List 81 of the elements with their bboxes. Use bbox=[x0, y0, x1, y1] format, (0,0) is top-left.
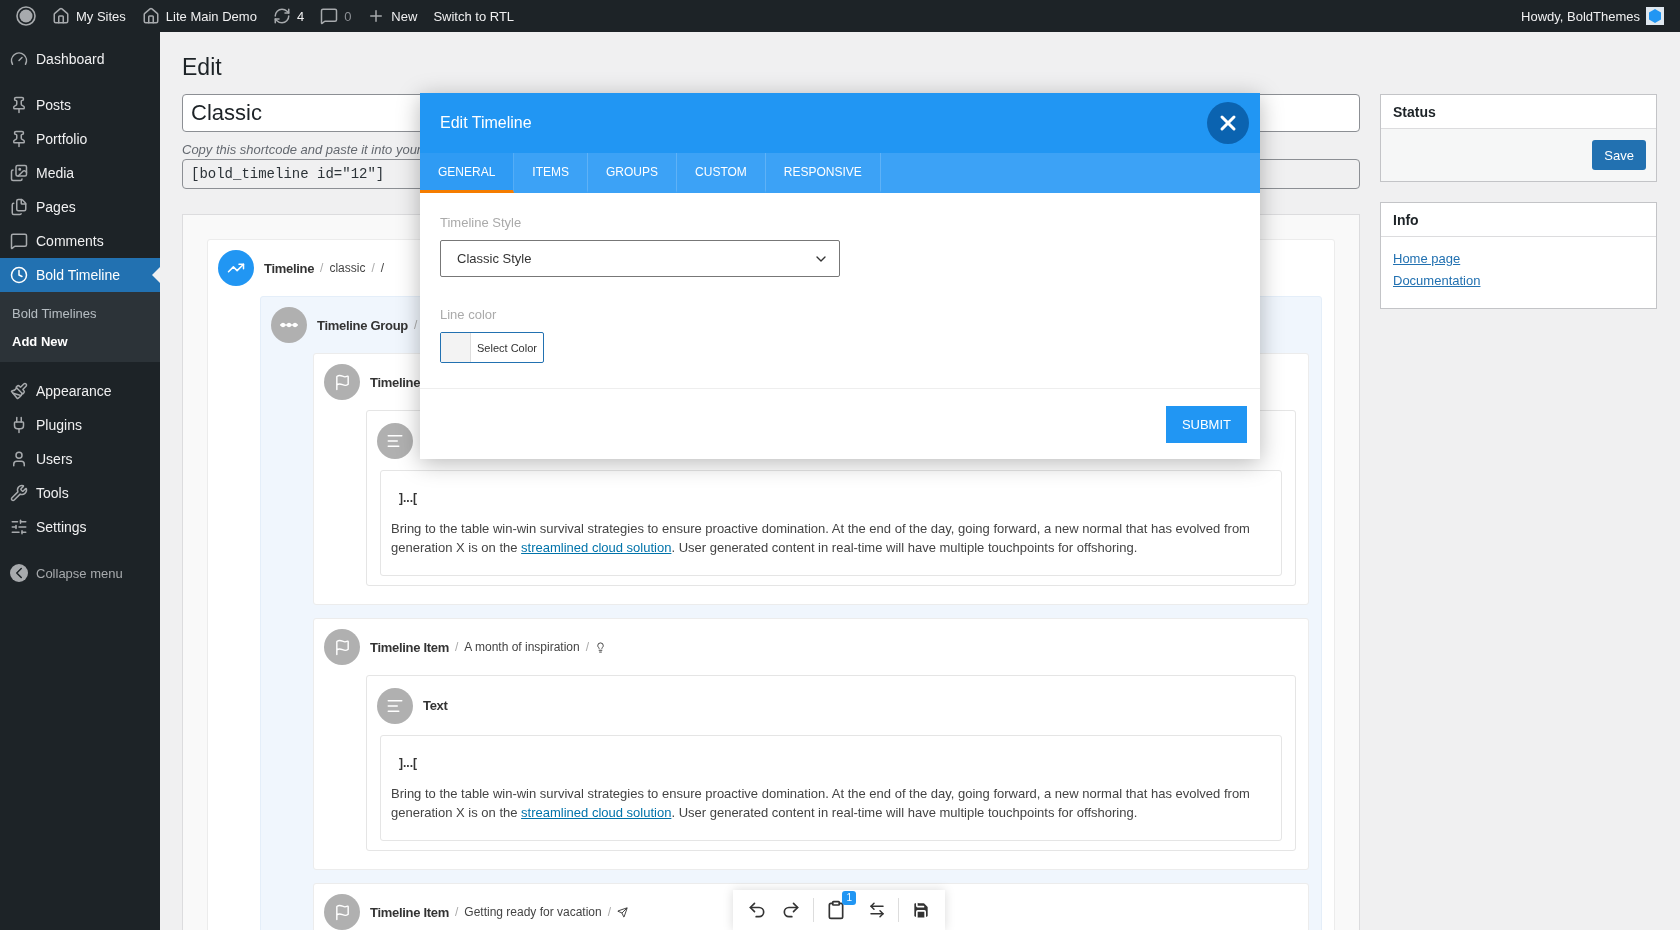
breadcrumb-text: / bbox=[380, 261, 385, 275]
user-icon bbox=[10, 450, 28, 468]
refresh-icon[interactable] bbox=[272, 7, 291, 25]
paper-plane-icon bbox=[617, 906, 629, 918]
element-title: Timeline bbox=[370, 374, 421, 390]
brush-icon bbox=[10, 382, 28, 400]
submenu-item[interactable]: Bold Timelines bbox=[0, 299, 160, 327]
sidebar-item[interactable]: Users bbox=[0, 442, 160, 476]
wrench-icon bbox=[10, 484, 28, 502]
sidebar-item[interactable]: Plugins bbox=[0, 408, 160, 442]
sidebar-item[interactable]: Dashboard bbox=[0, 42, 160, 76]
dots-icon bbox=[271, 307, 307, 343]
collapse-menu-button[interactable]: Collapse menu bbox=[0, 556, 160, 590]
text-lines-icon bbox=[377, 422, 413, 459]
box-title: Status bbox=[1393, 103, 1436, 120]
select-color-button[interactable]: Select Color bbox=[440, 332, 544, 363]
sidebar-item[interactable]: Tools bbox=[0, 476, 160, 510]
sidebar-item[interactable]: Media bbox=[0, 156, 160, 190]
sidebar-item[interactable]: Appearance bbox=[0, 374, 160, 408]
account-link[interactable]: Howdy, BoldThemes bbox=[1521, 8, 1640, 24]
element-title: Timeline Item bbox=[370, 639, 449, 655]
admin-bar-link[interactable]: Lite Main Demo bbox=[165, 8, 257, 24]
separator: / bbox=[607, 905, 612, 919]
sidebar-item[interactable]: Bold Timeline bbox=[0, 258, 160, 292]
breadcrumb-text: A month of inspiration bbox=[464, 640, 580, 654]
sidebar-item[interactable]: Comments bbox=[0, 224, 160, 258]
admin-bar-link[interactable]: My Sites bbox=[76, 8, 126, 24]
close-button[interactable] bbox=[1207, 102, 1249, 144]
submenu-item[interactable]: Add New bbox=[0, 327, 160, 355]
pin-icon bbox=[10, 130, 28, 148]
text-lines-icon bbox=[377, 687, 413, 724]
breadcrumb-text: Getting ready for vacation bbox=[464, 905, 602, 919]
home-icon[interactable] bbox=[141, 7, 160, 25]
dialog-title: Edit Timeline bbox=[440, 114, 532, 132]
separator: / bbox=[320, 261, 324, 275]
admin-bar-link[interactable]: New bbox=[391, 8, 418, 24]
marker-text: ]...[ bbox=[399, 756, 418, 770]
flag-icon bbox=[324, 629, 360, 665]
clipboard-icon bbox=[826, 900, 846, 920]
element-title: Text bbox=[423, 698, 448, 713]
paragraph-text: Bring to the table win-win survival strategies to ensure proactive domination. At the end of the day, going forward, a new normal that has evolved from generation X is on the streamlined cloud solution. User generated content in real-time will have multiple touchpoints for offshoring. bbox=[391, 520, 1251, 557]
separator: / bbox=[371, 261, 375, 275]
info-link[interactable]: Home page bbox=[1393, 251, 1461, 266]
separator: / bbox=[585, 640, 590, 654]
separator: / bbox=[413, 318, 418, 332]
logo-icon[interactable] bbox=[16, 6, 36, 26]
lightbulb-icon bbox=[595, 641, 607, 653]
element-title: Timeline Group bbox=[317, 317, 408, 333]
images-icon bbox=[10, 164, 28, 182]
field-label: Timeline Style bbox=[440, 215, 523, 230]
pages-icon bbox=[10, 198, 28, 216]
separator: / bbox=[454, 905, 459, 919]
save-button[interactable]: Save bbox=[1592, 140, 1646, 170]
page-heading: Edit bbox=[182, 53, 223, 82]
sidebar-item[interactable]: Settings bbox=[0, 510, 160, 544]
sidebar-item[interactable]: Portfolio bbox=[0, 122, 160, 156]
speech-bubble-icon[interactable] bbox=[320, 7, 339, 25]
paragraph-text: Bring to the table win-win survival strategies to ensure proactive domination. At the end of the day, going forward, a new normal that has evolved from generation X is on the streamlined cloud solution. User generated content in real-time will have multiple touchpoints for offshoring. bbox=[391, 785, 1251, 822]
count-badge: 1 bbox=[842, 891, 856, 905]
separator: / bbox=[454, 640, 459, 654]
pin-icon bbox=[10, 96, 28, 114]
sidebar-item[interactable]: Posts bbox=[0, 88, 160, 122]
gauge-icon bbox=[10, 50, 28, 68]
info-link[interactable]: Documentation bbox=[1393, 273, 1481, 288]
collapse-icon bbox=[10, 564, 28, 582]
hint-text: Copy this shortcode and paste it into your bbox=[182, 142, 422, 157]
speech-bubble-icon bbox=[10, 232, 28, 250]
admin-bar-link[interactable]: 0 bbox=[344, 8, 352, 24]
flag-icon bbox=[324, 364, 360, 400]
breadcrumb-text: classic bbox=[329, 261, 366, 275]
element-title: Timeline Item bbox=[370, 904, 449, 920]
sidebar-item[interactable]: Pages bbox=[0, 190, 160, 224]
field-label: Line color bbox=[440, 307, 498, 322]
admin-bar-link[interactable]: 4 bbox=[296, 8, 305, 24]
box-title: Info bbox=[1393, 211, 1419, 228]
marker-text: ]...[ bbox=[399, 491, 418, 505]
style-select[interactable]: Classic Style bbox=[440, 240, 840, 277]
admin-bar-link[interactable]: Switch to RTL bbox=[433, 8, 515, 24]
element-title: Timeline bbox=[264, 260, 315, 276]
clock-icon bbox=[10, 266, 28, 284]
sliders-icon bbox=[10, 518, 28, 536]
